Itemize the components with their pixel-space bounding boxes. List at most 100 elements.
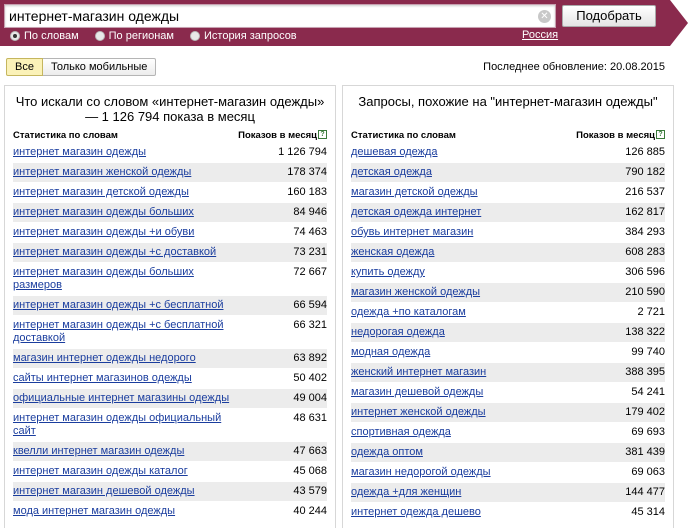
keyword-link[interactable]: интернет магазин одежды официальный сайт xyxy=(13,409,231,441)
impressions-count: 50 402 xyxy=(293,372,327,384)
table-row: купить одежду 306 596 xyxy=(351,262,665,282)
keyword-link[interactable]: купить одежду xyxy=(351,263,569,282)
mode-label: История запросов xyxy=(204,30,297,42)
keyword-link[interactable]: недорогая одежда xyxy=(351,323,569,342)
table-row: женская одежда 608 283 xyxy=(351,242,665,262)
impressions-count: 73 231 xyxy=(293,246,327,258)
search-box[interactable]: ✕ xyxy=(4,4,556,28)
impressions-count: 40 244 xyxy=(293,505,327,517)
table-row: интернет магазин дешевой одежды 43 579 xyxy=(13,481,327,501)
impressions-count: 47 663 xyxy=(293,445,327,457)
mode-history[interactable]: История запросов xyxy=(190,29,297,43)
keyword-link[interactable]: дешевая одежда xyxy=(351,143,569,162)
search-bar: ✕ Подобрать По словам По регионам Истори… xyxy=(0,0,688,46)
keyword-link[interactable]: одежда +для женщин xyxy=(351,483,569,502)
help-icon[interactable]: ? xyxy=(318,130,327,139)
table-row: интернет одежда дешево 45 314 xyxy=(351,502,665,522)
impressions-count: 381 439 xyxy=(625,446,665,458)
keyword-link[interactable]: одежда +по каталогам xyxy=(351,303,569,322)
table-row: интернет магазин одежды официальный сайт… xyxy=(13,408,327,441)
keyword-link[interactable]: магазин дешевой одежды xyxy=(351,383,569,402)
filter-mobile-only[interactable]: Только мобильные xyxy=(42,58,157,76)
keyword-link[interactable]: женская одежда xyxy=(351,243,569,262)
impressions-count: 99 740 xyxy=(631,346,665,358)
impressions-count: 2 721 xyxy=(637,306,665,318)
impressions-count: 160 183 xyxy=(287,186,327,198)
keyword-link[interactable]: детская одежда xyxy=(351,163,569,182)
keyword-link[interactable]: магазин интернет одежды недорого xyxy=(13,349,231,368)
keyword-link[interactable]: женский интернет магазин xyxy=(351,363,569,382)
column-header: Статистика по словам Показов в месяц ? xyxy=(351,128,665,142)
table-row: магазин дешевой одежды 54 241 xyxy=(351,382,665,402)
impressions-count: 49 004 xyxy=(293,392,327,404)
impressions-count: 54 241 xyxy=(631,386,665,398)
impressions-count: 179 402 xyxy=(625,406,665,418)
table-row: интернет магазин одежды каталог 45 068 xyxy=(13,461,327,481)
mode-by-words[interactable]: По словам xyxy=(10,29,79,43)
column-header: Статистика по словам Показов в месяц ? xyxy=(13,128,327,142)
keyword-link[interactable]: модная одежда xyxy=(351,343,569,362)
table-row: одежда +для женщин 144 477 xyxy=(351,482,665,502)
table-row: обувь интернет магазин 384 293 xyxy=(351,222,665,242)
radio-selected-icon[interactable] xyxy=(10,31,20,41)
table-row: интернет женской одежды 179 402 xyxy=(351,402,665,422)
radio-icon[interactable] xyxy=(190,31,200,41)
impressions-count: 138 322 xyxy=(625,326,665,338)
table-row: интернет магазин одежды +с доставкой 73 2… xyxy=(13,242,327,262)
impressions-count: 126 885 xyxy=(625,146,665,158)
impressions-count: 69 063 xyxy=(631,466,665,478)
keyword-link[interactable]: интернет магазин детской одежды xyxy=(13,183,231,202)
table-row: интернет магазин одежды +с бесплатной до… xyxy=(13,315,327,348)
table-row: интернет магазин одежды 1 126 794 xyxy=(13,142,327,162)
table-row: спортивная одежда 69 693 xyxy=(351,422,665,442)
keyword-link[interactable]: интернет магазин одежды +с доставкой xyxy=(13,243,231,262)
keyword-link[interactable]: интернет магазин одежды +с бесплатной до… xyxy=(13,316,231,348)
bar-arrow-notch xyxy=(670,0,688,46)
keyword-link[interactable]: официальные интернет магазины одежды xyxy=(13,389,231,408)
table-row: магазин недорогой одежды 69 063 xyxy=(351,462,665,482)
impressions-count: 162 817 xyxy=(625,206,665,218)
panel-title: Что искали со словом «интернет-магазин о… xyxy=(15,94,325,124)
table-row: модная одежда 99 740 xyxy=(351,342,665,362)
keyword-link[interactable]: магазин недорогой одежды xyxy=(351,463,569,482)
col-keywords: Статистика по словам xyxy=(13,130,118,141)
impressions-count: 72 667 xyxy=(293,266,327,278)
keyword-link[interactable]: магазин женской одежды xyxy=(351,283,569,302)
impressions-count: 45 068 xyxy=(293,465,327,477)
help-icon[interactable]: ? xyxy=(656,130,665,139)
radio-icon[interactable] xyxy=(94,31,105,41)
panel-word-stats: Что искали со словом «интернет-магазин о… xyxy=(4,85,336,528)
keyword-link[interactable]: интернет магазин одежды xyxy=(13,143,231,162)
table-row: мода интернет магазин одежды 40 244 xyxy=(13,501,327,521)
keyword-link[interactable]: интернет одежда дешево xyxy=(351,503,569,522)
keyword-link[interactable]: мода интернет магазин одежды xyxy=(13,502,231,521)
filter-all[interactable]: Все xyxy=(6,58,43,76)
table-row: сайты интернет магазинов одежды 50 402 xyxy=(13,368,327,388)
clear-icon[interactable]: ✕ xyxy=(538,10,551,23)
search-input[interactable] xyxy=(9,7,529,25)
panel-title: Запросы, похожие на "интернет-магазин од… xyxy=(358,94,658,109)
keyword-link[interactable]: магазин детской одежды xyxy=(351,183,569,202)
region-link[interactable]: Россия xyxy=(522,29,558,41)
keyword-link[interactable]: интернет магазин одежды +и обуви xyxy=(13,223,231,242)
keyword-link[interactable]: интернет магазин дешевой одежды xyxy=(13,482,231,501)
impressions-count: 48 631 xyxy=(293,412,327,424)
keyword-link[interactable]: сайты интернет магазинов одежды xyxy=(13,369,231,388)
keyword-link[interactable]: интернет женской одежды xyxy=(351,403,569,422)
keyword-link[interactable]: обувь интернет магазин xyxy=(351,223,569,242)
keyword-link[interactable]: интернет магазин женской одежды xyxy=(13,163,231,182)
mode-by-regions[interactable]: По регионам xyxy=(94,29,174,43)
submit-button[interactable]: Подобрать xyxy=(562,5,656,27)
col-count: Показов в месяц xyxy=(576,130,655,141)
keyword-link[interactable]: интернет магазин одежды +с бесплатной xyxy=(13,296,231,315)
keyword-link[interactable]: интернет магазин одежды каталог xyxy=(13,462,231,481)
table-row: официальные интернет магазины одежды 49 0… xyxy=(13,388,327,408)
impressions-count: 306 596 xyxy=(625,266,665,278)
keyword-link[interactable]: спортивная одежда xyxy=(351,423,569,442)
keyword-link[interactable]: квелли интернет магазин одежды xyxy=(13,442,231,461)
keyword-link[interactable]: интернет магазин одежды больших размеров xyxy=(13,263,231,295)
mode-label: По словам xyxy=(24,30,79,42)
keyword-link[interactable]: интернет магазин одежды больших xyxy=(13,203,231,222)
keyword-link[interactable]: детская одежда интернет xyxy=(351,203,569,222)
keyword-link[interactable]: одежда оптом xyxy=(351,443,569,462)
